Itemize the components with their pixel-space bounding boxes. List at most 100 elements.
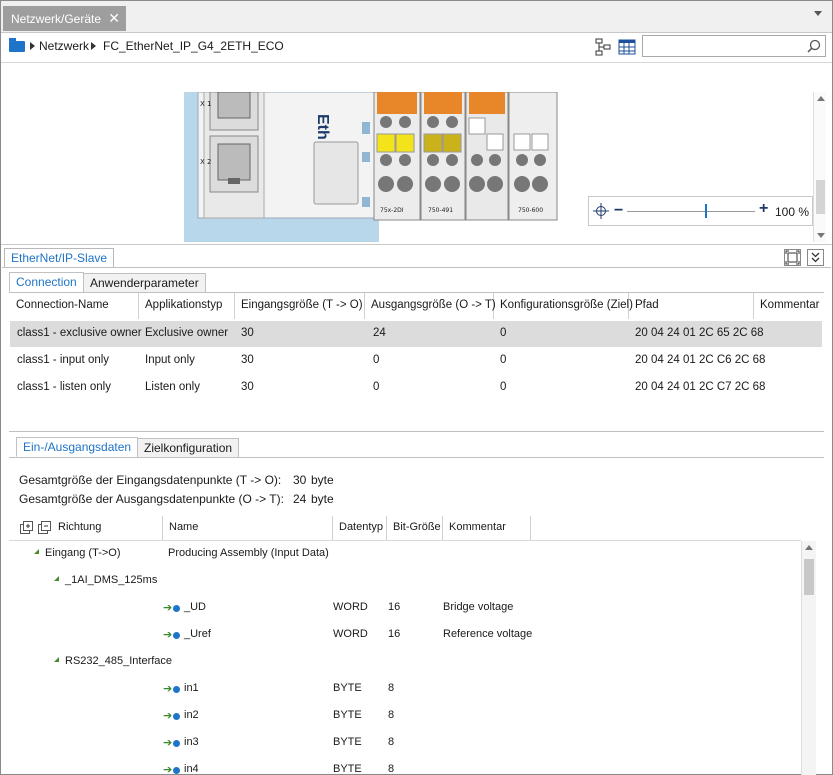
bitsize-cell: 16	[388, 601, 401, 613]
tree-row-module[interactable]: _1AI_DMS_125ms	[13, 568, 793, 595]
graphic-vertical-scrollbar[interactable]	[813, 92, 826, 242]
zoom-slider[interactable]	[627, 211, 755, 212]
column-header[interactable]: Konfigurationsgröße (Ziel)	[494, 293, 633, 319]
table-cell: class1 - listen only	[17, 381, 111, 393]
column-header[interactable]: Eingangsgröße (T -> O)	[235, 293, 365, 319]
zoom-in-button[interactable]: +	[759, 200, 768, 218]
scrollbar-thumb[interactable]	[804, 559, 814, 595]
scroll-up-icon[interactable]	[817, 96, 825, 101]
io-vertical-scrollbar[interactable]	[801, 541, 816, 775]
tree-label: _UD	[184, 601, 207, 613]
table-cell: class1 - exclusive owner	[17, 327, 142, 339]
network-view-icon[interactable]	[593, 37, 613, 57]
collapse-panel-button[interactable]	[807, 249, 824, 266]
column-header[interactable]: Datentyp	[333, 516, 387, 540]
tab-zielkonfiguration[interactable]: Zielkonfiguration	[137, 438, 240, 458]
table-row[interactable]: class1 - listen only Listen only 30 0 0 …	[10, 375, 822, 401]
tab-ein-ausgangsdaten[interactable]: Ein-/Ausgangsdaten	[16, 437, 139, 457]
breadcrumb-item-device[interactable]: FC_EtherNet_IP_G4_2ETH_ECO	[103, 39, 284, 53]
tree-row-datapoint[interactable]: ➔ in4 BYTE 8	[13, 757, 793, 775]
zoom-slider-thumb[interactable]	[705, 204, 707, 218]
tree-row-datapoint[interactable]: ➔ in2 BYTE 8	[13, 703, 793, 730]
tree-label: Eingang (T->O)	[45, 547, 121, 559]
expand-triangle-icon[interactable]	[54, 657, 59, 662]
scroll-up-icon[interactable]	[805, 545, 813, 550]
maximize-panel-button[interactable]	[784, 249, 801, 266]
chevron-right-icon[interactable]	[30, 42, 35, 50]
splitter[interactable]	[9, 431, 824, 432]
tree-row-datapoint[interactable]: ➔ _Uref WORD 16 Reference voltage	[13, 622, 793, 649]
table-cell: class1 - input only	[17, 354, 110, 366]
column-header[interactable]: Bit-Größe	[387, 516, 443, 540]
datapoint-dot-icon	[173, 632, 180, 639]
column-header[interactable]: Ausgangsgröße (O -> T)	[365, 293, 496, 319]
input-size-value: 30	[293, 473, 307, 487]
fit-to-view-icon[interactable]	[593, 203, 609, 219]
folder-icon[interactable]	[9, 38, 25, 52]
panel-title-tab[interactable]: EtherNet/IP-Slave	[4, 248, 115, 268]
expand-triangle-icon[interactable]	[34, 549, 39, 554]
tree-label: _Uref	[184, 628, 211, 640]
close-icon[interactable]: ✕	[108, 10, 120, 27]
divider	[9, 457, 824, 458]
datapoint-dot-icon	[173, 605, 180, 612]
output-size-value: 24	[293, 492, 307, 506]
column-header[interactable]: Richtung	[52, 516, 163, 540]
device-graphic-view[interactable]: X 1 X 2 Eth 75x-2DI 750-491 750-600 − + …	[1, 64, 832, 242]
chevron-down-icon[interactable]	[814, 11, 822, 16]
zoom-out-button[interactable]: −	[614, 202, 623, 220]
chevron-right-icon[interactable]	[91, 42, 96, 50]
expand-triangle-icon[interactable]	[54, 576, 59, 581]
module-label-2: 750-491	[428, 207, 453, 214]
table-view-icon[interactable]	[617, 37, 637, 57]
column-header[interactable]: Connection-Name	[10, 293, 139, 319]
tree-label: in4	[184, 763, 199, 775]
tree-row-eingang[interactable]: Eingang (T->O) Producing Assembly (Input…	[13, 541, 793, 568]
column-header[interactable]: Kommentar	[443, 516, 531, 540]
datapoint-dot-icon	[173, 767, 180, 774]
table-row[interactable]: class1 - exclusive owner Exclusive owner…	[10, 321, 822, 347]
datatype-cell: BYTE	[333, 682, 362, 694]
input-arrow-icon: ➔	[163, 737, 173, 749]
table-cell: 30	[241, 354, 254, 366]
tab-connection[interactable]: Connection	[9, 272, 84, 292]
scrollbar-thumb[interactable]	[816, 180, 825, 214]
datatype-cell: BYTE	[333, 736, 362, 748]
tab-netzwerk-geraete[interactable]: Netzwerk/Geräte ✕	[3, 6, 126, 31]
column-header[interactable]: Applikationstyp	[139, 293, 235, 319]
search-field[interactable]	[646, 37, 806, 55]
tree-label: RS232_485_Interface	[65, 655, 173, 667]
tree-row-datapoint[interactable]: ➔ in1 BYTE 8	[13, 676, 793, 703]
table-cell: 20 04 24 01 2C 65 2C 68	[635, 327, 764, 339]
tree-row-module[interactable]: RS232_485_Interface	[13, 649, 793, 676]
column-header[interactable]: Kommentar	[754, 293, 822, 319]
table-cell: 0	[500, 327, 507, 339]
tab-title: Netzwerk/Geräte	[11, 12, 102, 26]
divider	[2, 267, 831, 268]
bitsize-cell: 16	[388, 628, 401, 640]
tree-row-datapoint[interactable]: ➔ in3 BYTE 8	[13, 730, 793, 757]
device-image[interactable]: X 1 X 2 Eth 75x-2DI 750-491 750-600	[184, 92, 560, 242]
table-cell: 30	[241, 381, 254, 393]
tree-row-datapoint[interactable]: ➔ _UD WORD 16 Bridge voltage	[13, 595, 793, 622]
input-arrow-icon: ➔	[163, 710, 173, 722]
column-header[interactable]: Name	[163, 516, 333, 540]
datatype-cell: BYTE	[333, 709, 362, 721]
breadcrumb-item-netzwerk[interactable]: Netzwerk	[39, 39, 89, 53]
double-chevron-down-icon	[811, 252, 820, 263]
table-cell: 30	[241, 327, 254, 339]
input-arrow-icon: ➔	[163, 764, 173, 775]
search-icon[interactable]	[807, 39, 821, 53]
properties-panel: EtherNet/IP-Slave Connection Anwenderpar…	[1, 244, 832, 775]
device-brand-text: Eth	[314, 114, 331, 140]
collapse-all-icon[interactable]	[38, 521, 51, 534]
tab-anwenderparameter[interactable]: Anwenderparameter	[83, 273, 206, 293]
scroll-down-icon[interactable]	[817, 233, 825, 238]
search-input[interactable]	[642, 35, 826, 57]
column-header[interactable]: Pfad	[629, 293, 754, 319]
connection-table-header: Connection-Name Applikationstyp Eingangs…	[10, 293, 822, 319]
expand-all-icon[interactable]	[20, 521, 33, 534]
table-row[interactable]: class1 - input only Input only 30 0 0 20…	[10, 348, 822, 374]
table-cell: 0	[373, 381, 380, 393]
active-view-indicator	[593, 58, 613, 70]
